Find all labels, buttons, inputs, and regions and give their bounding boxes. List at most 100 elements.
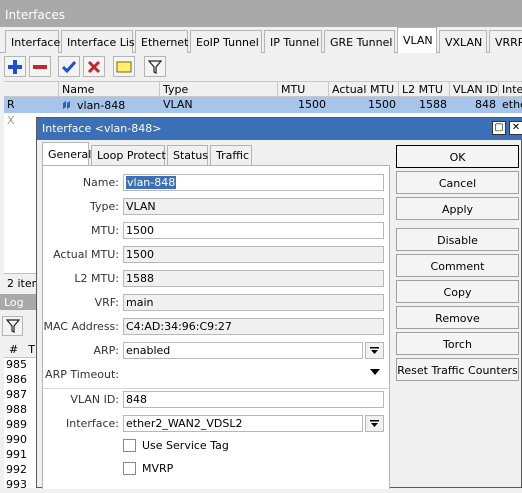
log-row[interactable]: 991 <box>4 448 30 463</box>
row-flag: R <box>7 98 15 111</box>
dropdown-arrow-icon <box>370 347 379 354</box>
interface-select[interactable]: ether2_WAN2_VDSL2 <box>123 415 363 432</box>
l2-mtu-field: 1588 <box>123 270 384 287</box>
log-row[interactable]: 992 <box>4 463 30 478</box>
column-vlan-id[interactable]: VLAN ID <box>450 82 499 98</box>
interface-dropdown-button[interactable] <box>365 415 384 432</box>
log-row[interactable]: 989 <box>4 418 30 433</box>
tab-status[interactable]: Status <box>167 145 208 165</box>
column-type[interactable]: Type <box>160 82 278 98</box>
reset-traffic-counters-button[interactable]: Reset Traffic Counters <box>396 358 519 381</box>
column-l2-mtu[interactable]: L2 MTU <box>399 82 450 98</box>
section-divider <box>43 388 389 389</box>
vlan-interface-icon <box>63 101 70 109</box>
vrf-label: VRF: <box>94 296 119 309</box>
row-name-cell: vlan-848 <box>59 97 160 113</box>
apply-button[interactable]: Apply <box>396 197 519 220</box>
cancel-button[interactable]: Cancel <box>396 171 519 194</box>
add-icon <box>8 59 22 74</box>
arp-select[interactable]: enabled <box>123 342 363 359</box>
remove-button[interactable] <box>29 56 51 77</box>
mtu-label: MTU: <box>91 224 119 237</box>
dialog-title: Interface <vlan-848> <box>42 122 162 135</box>
remove-button[interactable]: Remove <box>396 306 519 329</box>
interface-dialog: Interface <vlan-848> ▢ ✕ General Loop Pr… <box>36 117 522 489</box>
comment-icon <box>116 61 132 72</box>
row-vlan-id: 848 <box>475 98 496 111</box>
enable-check-icon <box>62 60 76 73</box>
tab-vrrp[interactable]: VRRP <box>489 30 522 53</box>
use-service-tag-checkbox[interactable] <box>123 439 136 452</box>
log-row[interactable]: 988 <box>4 403 30 418</box>
row-interface: ethe <box>502 98 522 111</box>
disable-x-icon <box>87 60 101 73</box>
arp-label: ARP: <box>93 344 119 357</box>
dialog-title-bar[interactable]: Interface <vlan-848> ▢ ✕ <box>37 118 522 140</box>
interface-label: Interface: <box>66 417 119 430</box>
filter-icon <box>148 59 162 74</box>
column-name[interactable]: Name <box>59 82 160 98</box>
type-label: Type: <box>90 200 119 213</box>
tab-interface[interactable]: Interface <box>5 30 60 53</box>
interfaces-list-area[interactable] <box>4 113 38 273</box>
use-service-tag-label: Use Service Tag <box>142 439 229 452</box>
filter-icon <box>5 319 20 333</box>
close-icon: ✕ <box>511 122 521 133</box>
maximize-button[interactable]: ▢ <box>492 121 506 135</box>
remove-icon <box>33 64 47 69</box>
actual-mtu-label: Actual MTU: <box>53 248 119 261</box>
tab-vlan[interactable]: VLAN <box>397 27 437 54</box>
tab-traffic[interactable]: Traffic <box>210 145 252 165</box>
items-count: 2 item <box>4 273 38 291</box>
log-row[interactable]: 985 <box>4 358 30 373</box>
close-button[interactable]: ✕ <box>509 121 522 135</box>
comment-button[interactable]: Comment <box>396 254 519 277</box>
actual-mtu-field: 1500 <box>123 246 384 263</box>
chevron-down-icon <box>370 369 380 375</box>
add-button[interactable] <box>4 56 26 77</box>
row-l2-mtu: 1588 <box>419 98 447 111</box>
tab-ip-tunnel[interactable]: IP Tunnel <box>264 30 322 53</box>
tab-loop-protect[interactable]: Loop Protect <box>91 145 166 165</box>
vlan-id-label: VLAN ID: <box>70 393 119 406</box>
disable-button[interactable]: Disable <box>396 228 519 251</box>
log-column-number[interactable]: # <box>9 343 18 356</box>
arp-dropdown-button[interactable] <box>365 342 384 359</box>
tab-interface-list[interactable]: Interface List <box>61 30 139 53</box>
mvrp-checkbox[interactable] <box>123 462 136 475</box>
copy-button[interactable]: Copy <box>396 280 519 303</box>
ok-button[interactable]: OK <box>396 145 519 168</box>
vlan-id-field[interactable]: 848 <box>123 391 384 408</box>
log-row[interactable]: 990 <box>4 433 30 448</box>
torch-button[interactable]: Torch <box>396 332 519 355</box>
tab-gre-tunnel[interactable]: GRE Tunnel <box>324 30 395 53</box>
column-interface[interactable]: Inter <box>499 82 522 98</box>
mac-address-label: MAC Address: <box>43 320 119 333</box>
column-mtu[interactable]: MTU <box>278 82 329 98</box>
comment-button[interactable] <box>113 56 135 77</box>
table-row[interactable]: R vlan-848 VLAN 1500 1500 1588 848 ethe <box>4 97 522 113</box>
enable-button[interactable] <box>58 56 80 77</box>
tab-ethernet[interactable]: Ethernet <box>135 30 188 53</box>
disable-button[interactable] <box>83 56 105 77</box>
tab-eoip-tunnel[interactable]: EoIP Tunnel <box>190 30 262 53</box>
row-type: VLAN <box>163 98 193 111</box>
row-mtu: 1500 <box>298 98 326 111</box>
log-column-time[interactable]: T <box>28 343 35 356</box>
mtu-field[interactable]: 1500 <box>123 222 384 239</box>
log-row[interactable]: 986 <box>4 373 30 388</box>
tab-general[interactable]: General <box>42 142 91 166</box>
log-row[interactable]: 987 <box>4 388 30 403</box>
column-actual-mtu[interactable]: Actual MTU <box>329 82 399 98</box>
tab-vxlan[interactable]: VXLAN <box>439 30 487 53</box>
name-field[interactable]: vlan-848 <box>123 174 384 191</box>
log-filter-button[interactable] <box>2 316 23 336</box>
log-row[interactable]: 993 <box>4 478 30 493</box>
mvrp-label: MVRP <box>142 462 174 475</box>
arp-timeout-expand[interactable] <box>370 367 380 380</box>
column-flag[interactable] <box>4 82 59 98</box>
dropdown-arrow-icon <box>370 420 379 427</box>
log-header: # T <box>4 342 36 358</box>
filter-button[interactable] <box>144 56 166 77</box>
interfaces-toolbar <box>0 53 522 81</box>
